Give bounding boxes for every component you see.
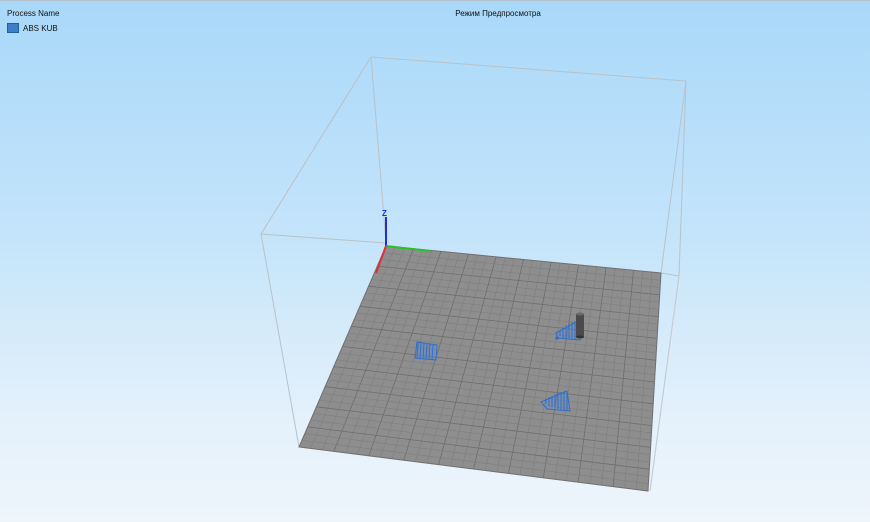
print-bed bbox=[298, 245, 662, 492]
build-volume-top-back-edge bbox=[370, 56, 687, 82]
nozzle-icon bbox=[576, 312, 584, 339]
z-axis-label: Z bbox=[382, 209, 387, 218]
build-volume-left-back-edge bbox=[260, 233, 387, 244]
build-volume-right-edge bbox=[660, 272, 680, 277]
toolpath-object-1 bbox=[414, 341, 438, 361]
build-volume-front-left-edge bbox=[260, 233, 300, 448]
build-volume-top-left-edge bbox=[260, 56, 372, 235]
preview-viewport[interactable]: Z bbox=[0, 0, 870, 522]
